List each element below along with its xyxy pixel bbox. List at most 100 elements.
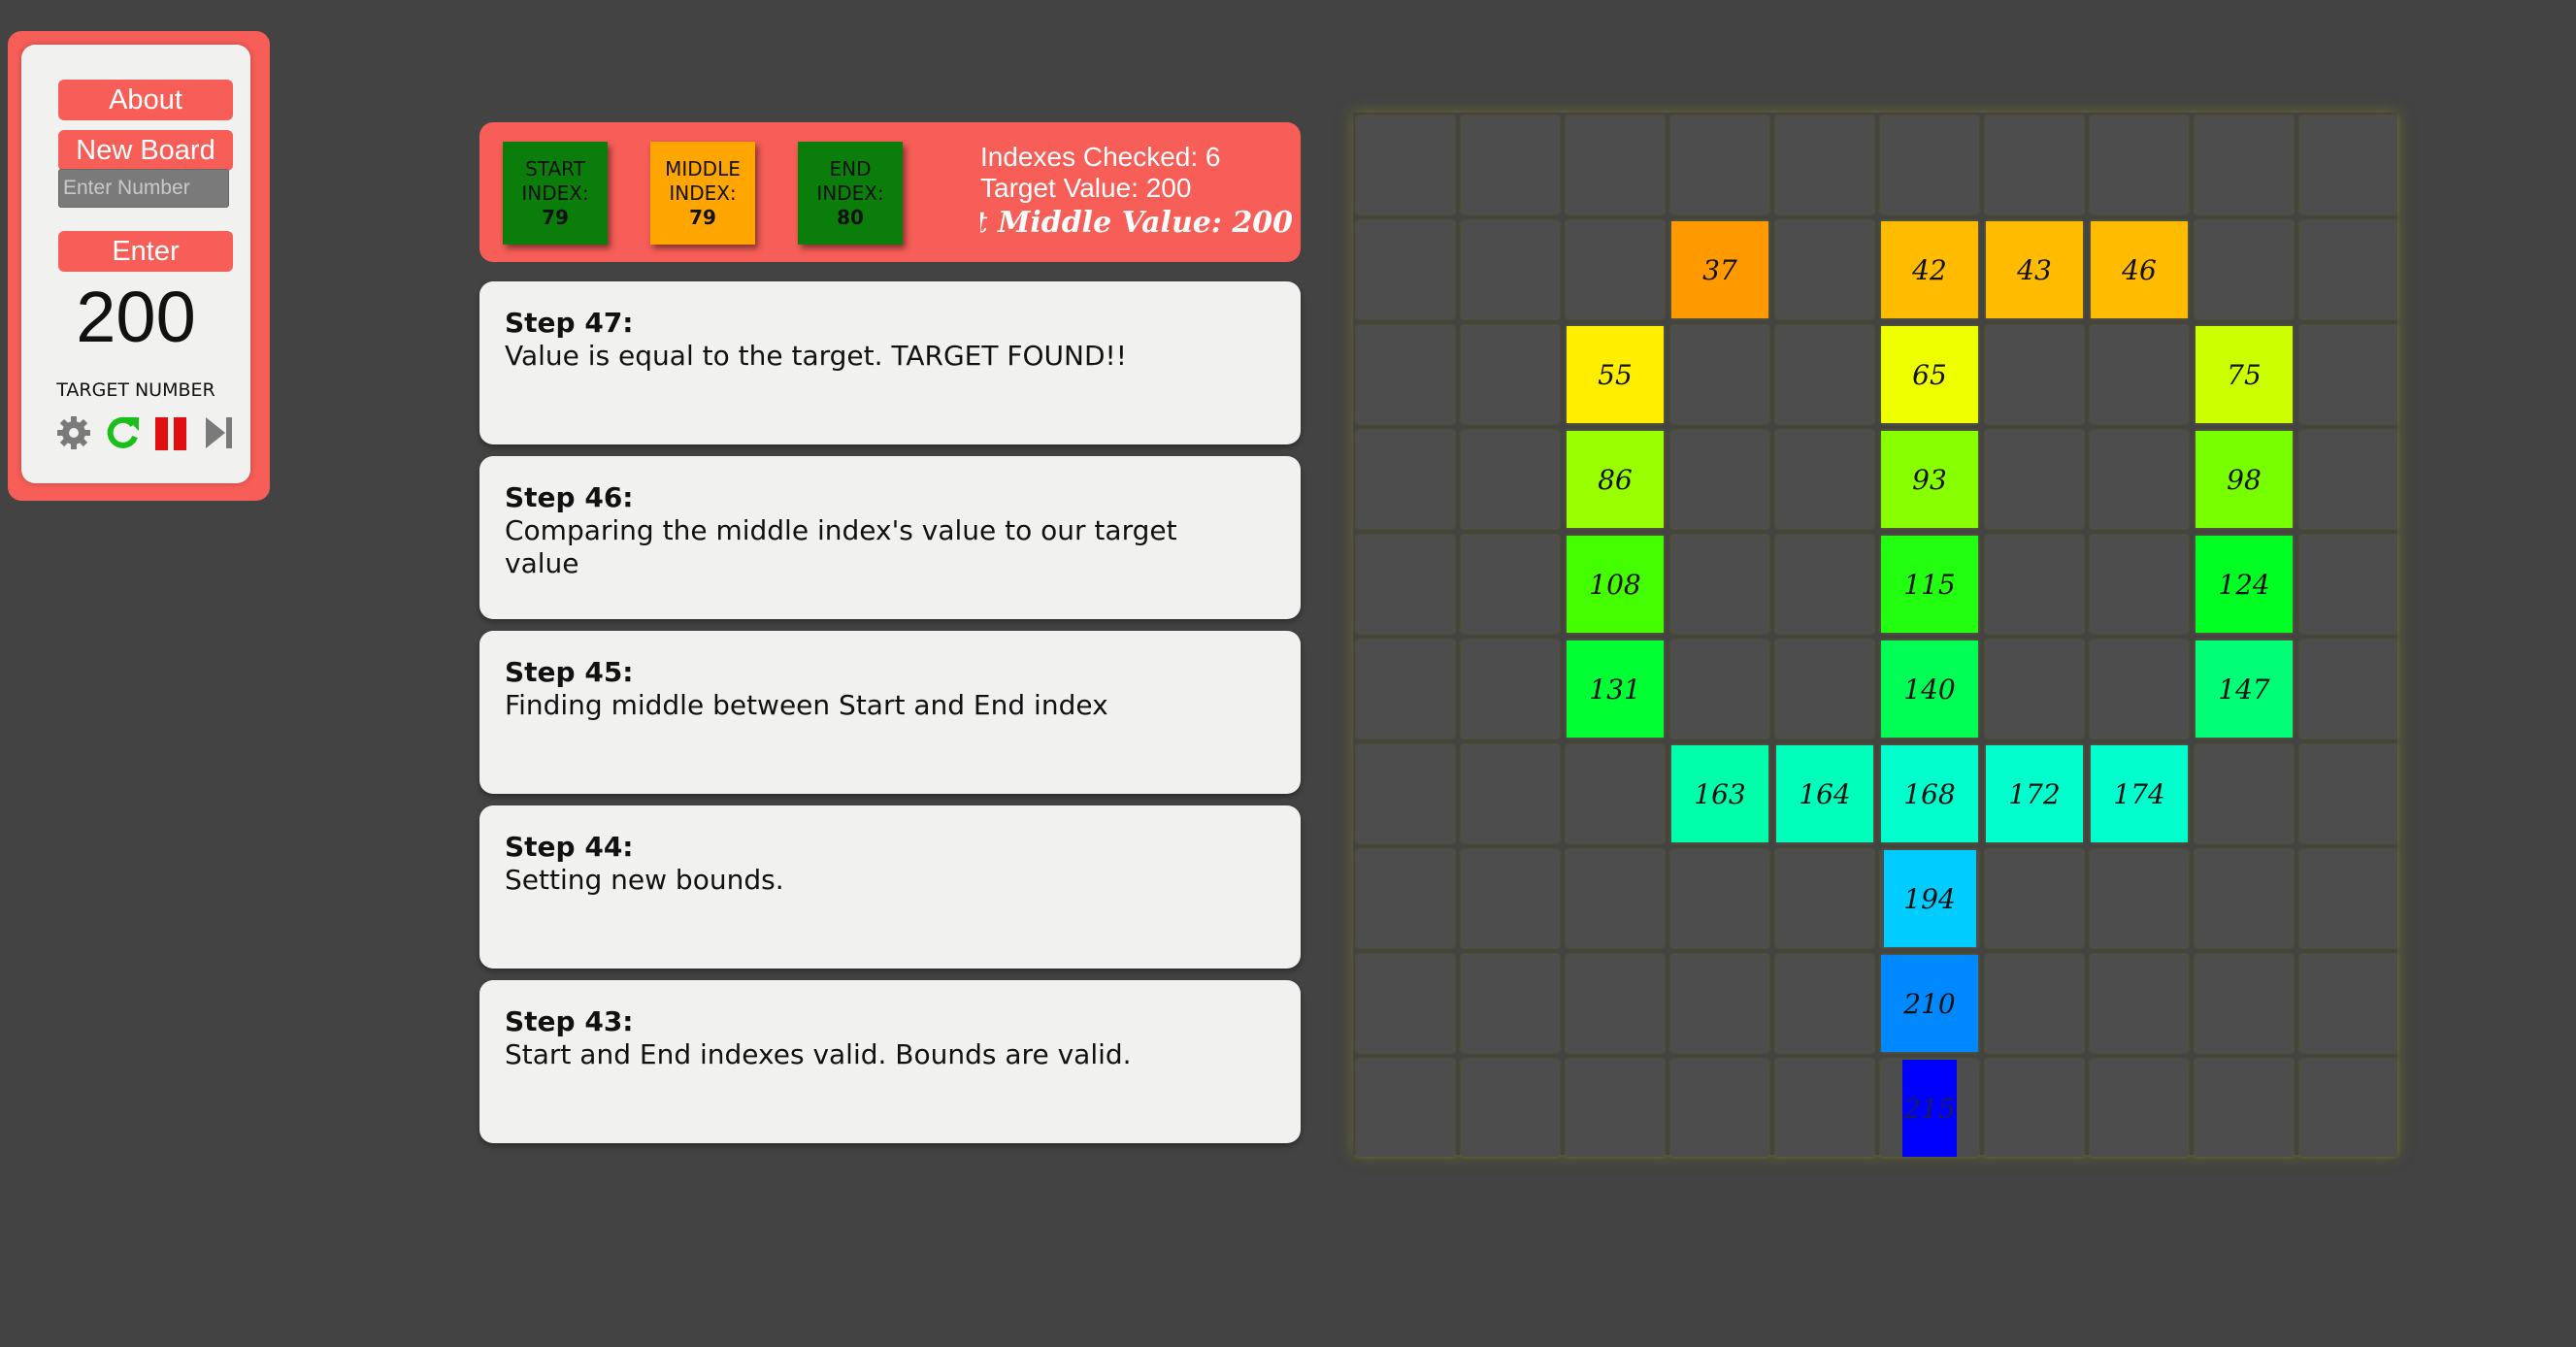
grid-cell [1567, 1060, 1664, 1157]
grid-cell [1986, 641, 2083, 738]
number-tile: 172 [1986, 745, 2083, 842]
grid-cell [1986, 431, 2083, 528]
step-description: Value is equal to the target. TARGET FOU… [505, 340, 1127, 372]
grid-cell [1986, 955, 2083, 1052]
pause-icon[interactable] [151, 413, 190, 452]
grid-cell [2300, 641, 2397, 738]
number-tile: 163 [1671, 745, 1768, 842]
number-tile: 174 [2091, 745, 2188, 842]
new-board-button[interactable]: New Board [58, 130, 233, 171]
grid-cell [2091, 536, 2188, 633]
number-tile: 75 [2196, 326, 2293, 423]
number-tile: 147 [2196, 641, 2293, 738]
number-tile: 124 [2196, 536, 2293, 633]
about-button[interactable]: About [58, 80, 233, 120]
grid-cell [1357, 955, 1454, 1052]
grid-cell [2300, 850, 2397, 947]
grid-cell [2091, 850, 2188, 947]
grid-cell [1671, 431, 1768, 528]
grid-cell [1357, 641, 1454, 738]
grid-cell [2196, 745, 2293, 842]
middle-value-stat: Current Middle Value: 200 [980, 206, 1293, 240]
grid-cell [1671, 116, 1768, 214]
grid-cell [1462, 326, 1559, 423]
number-tile: 55 [1567, 326, 1664, 423]
grid-cell [1567, 745, 1664, 842]
step-description: Setting new bounds. [505, 864, 784, 896]
restart-icon[interactable] [103, 413, 142, 452]
grid-cell [1357, 745, 1454, 842]
grid-cell [1357, 536, 1454, 633]
number-tile: 98 [2196, 431, 2293, 528]
number-tile: 108 [1567, 536, 1664, 633]
grid-cell [1567, 850, 1664, 947]
grid-cell [2300, 1060, 2397, 1157]
grid-cell [1462, 745, 1559, 842]
grid-cell [1567, 116, 1664, 214]
step-description: Start and End indexes valid. Bounds are … [505, 1038, 1132, 1070]
grid-cell [2091, 326, 2188, 423]
grid-cell [1776, 1060, 1873, 1157]
grid-cell [1671, 850, 1768, 947]
grid-cell [2300, 536, 2397, 633]
grid-cell [2091, 955, 2188, 1052]
step-card: Step 44: Setting new bounds. [479, 805, 1301, 969]
number-tile: 65 [1881, 326, 1978, 423]
step-title: Step 44: [505, 831, 634, 863]
grid-cell [1462, 431, 1559, 528]
grid-cell [1462, 536, 1559, 633]
grid-cell [1462, 1060, 1559, 1157]
search-board: 37 42 43 46 55 65 75 86 93 98 108 115 124 131 140 147 16… [1353, 113, 2397, 1157]
grid-cell [1776, 536, 1873, 633]
grid-cell [1776, 431, 1873, 528]
grid-cell [1776, 326, 1873, 423]
number-tile: 115 [1881, 536, 1978, 633]
number-tile: 42 [1881, 221, 1978, 318]
number-tile: 46 [2091, 221, 2188, 318]
search-stats: Indexes Checked: 6 Target Value: 200 Cur… [479, 142, 1301, 258]
grid-cell [1462, 641, 1559, 738]
grid-cell [1776, 850, 1873, 947]
number-tile: 93 [1881, 431, 1978, 528]
grid-cell [1671, 641, 1768, 738]
grid-cell [1462, 850, 1559, 947]
step-title: Step 43: [505, 1005, 634, 1037]
grid-cell [2091, 641, 2188, 738]
enter-button[interactable]: Enter [58, 231, 233, 272]
grid-cell [1671, 326, 1768, 423]
number-input[interactable] [58, 169, 229, 208]
grid-cell [2300, 326, 2397, 423]
grid-cell [1776, 221, 1873, 318]
grid-cell [1357, 221, 1454, 318]
grid-cell [1357, 1060, 1454, 1157]
number-tile: 86 [1567, 431, 1664, 528]
grid-cell [2091, 116, 2188, 214]
gear-icon[interactable] [54, 413, 93, 452]
index-header: START INDEX: 79 MIDDLE INDEX: 79 END IND… [479, 122, 1301, 262]
grid-cell [1776, 955, 1873, 1052]
grid-cell [1357, 850, 1454, 947]
step-card: Step 45: Finding middle between Start an… [479, 631, 1301, 794]
number-tile: 168 [1881, 745, 1978, 842]
grid-cell [1671, 536, 1768, 633]
grid-cell [2091, 431, 2188, 528]
grid-cell [1776, 641, 1873, 738]
step-description: Finding middle between Start and End ind… [505, 689, 1108, 721]
grid-cell [1462, 221, 1559, 318]
control-panel: About New Board Enter 200 TARGET NUMBER [8, 31, 270, 501]
grid-cell [1357, 326, 1454, 423]
target-number-value: 200 [76, 277, 196, 357]
step-title: Step 45: [505, 656, 634, 688]
grid-cell [2300, 745, 2397, 842]
control-panel-card: About New Board Enter 200 TARGET NUMBER [21, 45, 250, 483]
number-tile: 37 [1671, 221, 1768, 318]
grid-cell [1462, 955, 1559, 1052]
grid-cell [2196, 1060, 2293, 1157]
number-tile: 140 [1881, 641, 1978, 738]
grid-cell [2300, 116, 2397, 214]
grid-cell [1357, 116, 1454, 214]
grid-cell [1776, 116, 1873, 214]
target-number-label: TARGET NUMBER [56, 379, 215, 401]
grid-cell [1881, 116, 1978, 214]
step-forward-icon[interactable] [200, 413, 239, 452]
